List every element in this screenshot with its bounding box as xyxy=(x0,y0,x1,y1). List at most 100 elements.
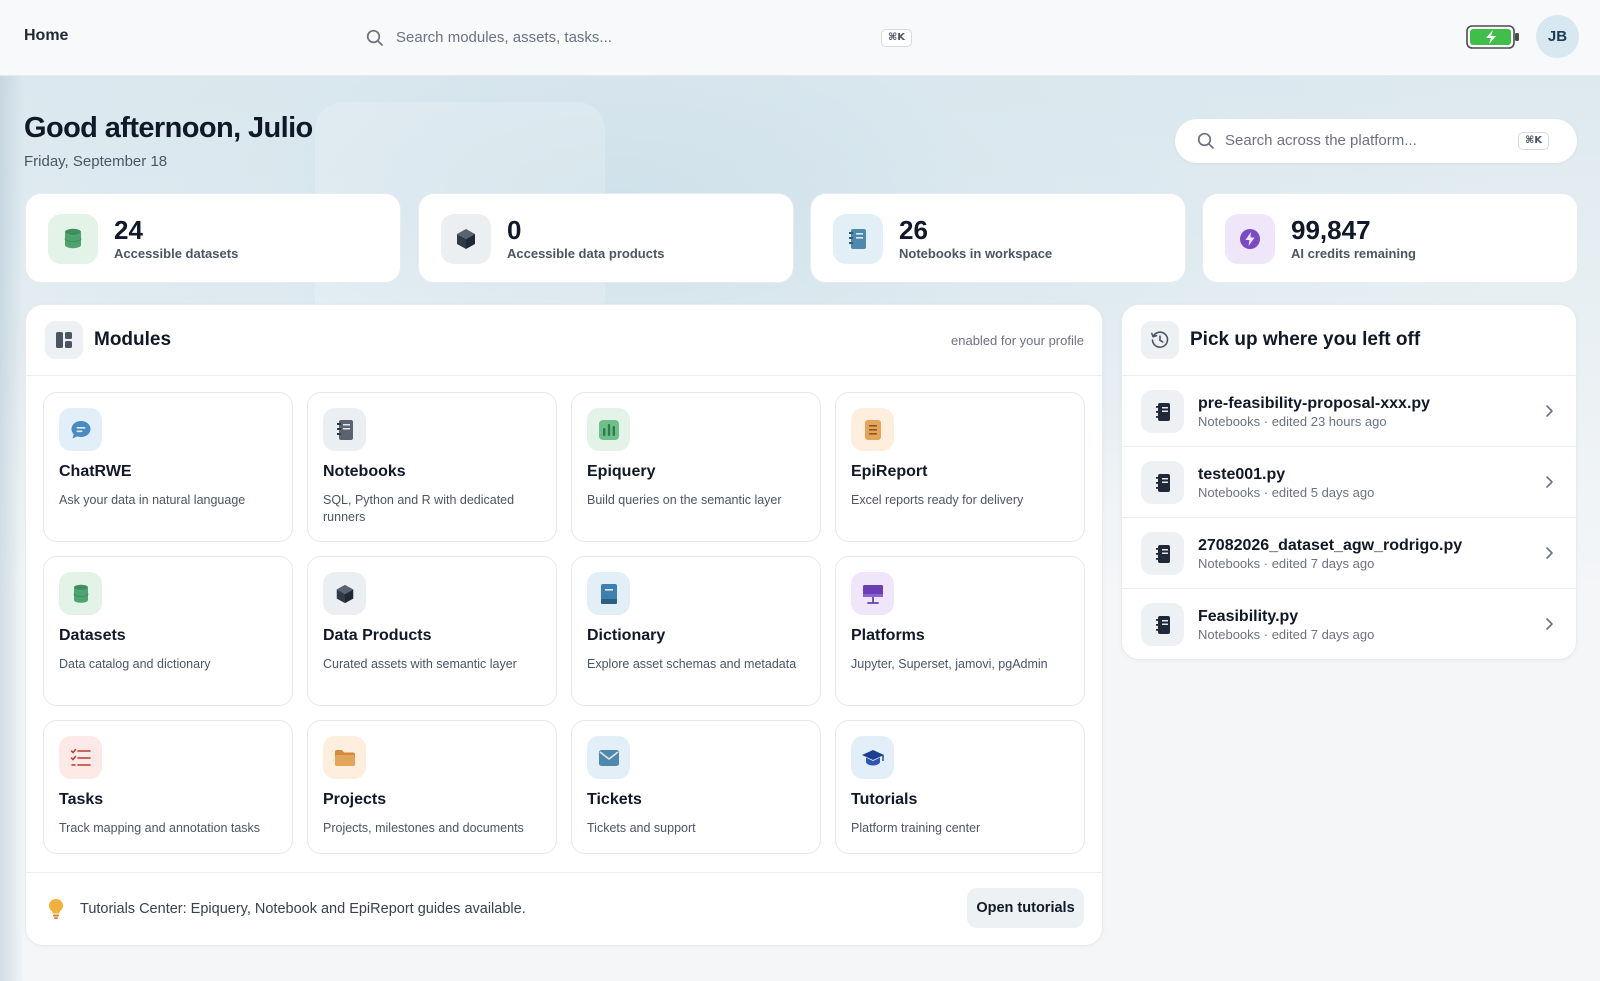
module-name: Tickets xyxy=(587,791,642,808)
module-name: Platforms xyxy=(851,627,925,644)
search-icon xyxy=(1197,132,1214,149)
modules-subtitle: enabled for your profile xyxy=(951,333,1084,348)
module-card-data-products[interactable]: Data Products Curated assets with semant… xyxy=(307,556,557,706)
recent-file-name: 27082026_dataset_agw_rodrigo.py xyxy=(1198,537,1463,554)
module-card-notebooks[interactable]: Notebooks SQL, Python and R with dedicat… xyxy=(307,392,557,542)
greeting: Good afternoon, Julio Friday, September … xyxy=(24,112,313,170)
module-card-tickets[interactable]: Tickets Tickets and support xyxy=(571,720,821,854)
module-card-projects[interactable]: Projects Projects, milestones and docume… xyxy=(307,720,557,854)
presentation-icon xyxy=(851,572,894,615)
recent-item[interactable]: 27082026_dataset_agw_rodrigo.py Notebook… xyxy=(1122,518,1576,589)
recent-file-meta: Notebooks · edited 7 days ago xyxy=(1198,556,1375,571)
stat-card-ai-credits[interactable]: 99,847 AI credits remaining xyxy=(1202,193,1578,283)
recent-item[interactable]: pre-feasibility-proposal-xxx.py Notebook… xyxy=(1122,376,1576,447)
module-name: Datasets xyxy=(59,627,126,644)
recent-file-name: pre-feasibility-proposal-xxx.py xyxy=(1198,395,1431,412)
open-tutorials-button[interactable]: Open tutorials xyxy=(967,888,1084,928)
stat-label: AI credits remaining xyxy=(1291,246,1416,261)
module-description: SQL, Python and R with dedicated runners xyxy=(323,493,515,524)
stat-value: 26 xyxy=(899,215,928,245)
top-bar: Home Search modules, assets, tasks... ⌘K… xyxy=(0,0,1600,76)
platform-search-shortcut: ⌘K xyxy=(1518,132,1550,150)
chat-icon xyxy=(59,408,102,451)
global-search[interactable]: Search modules, assets, tasks... ⌘K xyxy=(360,22,920,54)
module-description: Projects, milestones and documents xyxy=(323,821,524,835)
module-name: Projects xyxy=(323,791,387,808)
modules-header: Modules enabled for your profile xyxy=(26,305,1102,376)
module-name: Notebooks xyxy=(323,463,406,480)
chevron-right-icon xyxy=(1546,618,1553,630)
platform-search[interactable]: Search across the platform... ⌘K xyxy=(1175,119,1577,163)
module-name: Data Products xyxy=(323,627,432,644)
module-name: ChatRWE xyxy=(59,463,132,480)
report-icon xyxy=(851,408,894,451)
module-card-tutorials[interactable]: Tutorials Platform training center xyxy=(835,720,1085,854)
module-name: Tasks xyxy=(59,791,104,808)
stat-label: Accessible datasets xyxy=(114,246,239,261)
module-description: Tickets and support xyxy=(587,821,696,835)
background-strip xyxy=(0,76,24,981)
chevron-right-icon xyxy=(1546,547,1553,559)
cube-icon xyxy=(441,214,491,264)
recent-file-meta: Notebooks · edited 7 days ago xyxy=(1198,627,1375,642)
stat-card-notebooks[interactable]: 26 Notebooks in workspace xyxy=(810,193,1186,283)
module-description: Jupyter, Superset, jamovi, pgAdmin xyxy=(851,657,1048,671)
chevron-right-icon xyxy=(1546,405,1553,417)
bar-chart-icon xyxy=(587,408,630,451)
module-description: Curated assets with semantic layer xyxy=(323,657,517,671)
tutorials-banner-text: Tutorials Center: Epiquery, Notebook and… xyxy=(80,901,526,917)
module-name: EpiReport xyxy=(851,463,928,480)
module-card-datasets[interactable]: Datasets Data catalog and dictionary xyxy=(43,556,293,706)
module-description: Track mapping and annotation tasks xyxy=(59,821,261,835)
notebook-icon xyxy=(1141,461,1184,504)
stat-value: 0 xyxy=(507,215,522,245)
modules-panel: Modules enabled for your profile ChatRWE… xyxy=(25,304,1103,946)
module-description: Platform training center xyxy=(851,821,981,835)
chevron-right-icon xyxy=(1546,476,1553,488)
recent-file-meta: Notebooks · edited 5 days ago xyxy=(1198,485,1375,500)
stat-label: Notebooks in workspace xyxy=(899,246,1053,261)
checklist-icon xyxy=(59,736,102,779)
module-name: Dictionary xyxy=(587,627,666,644)
notebook-icon xyxy=(1141,532,1184,575)
stat-label: Accessible data products xyxy=(507,246,665,261)
search-shortcut: ⌘K xyxy=(881,29,913,47)
stat-card-data-products[interactable]: 0 Accessible data products xyxy=(418,193,794,283)
envelope-icon xyxy=(587,736,630,779)
module-description: Build queries on the semantic layer xyxy=(587,493,782,507)
module-card-tasks[interactable]: Tasks Track mapping and annotation tasks xyxy=(43,720,293,854)
recent-file-name: Feasibility.py xyxy=(1198,608,1299,625)
module-card-epireport[interactable]: EpiReport Excel reports ready for delive… xyxy=(835,392,1085,542)
graduation-cap-icon xyxy=(851,736,894,779)
avatar[interactable]: JB xyxy=(1536,15,1579,58)
module-card-dictionary[interactable]: Dictionary Explore asset schemas and met… xyxy=(571,556,821,706)
stat-card-datasets[interactable]: 24 Accessible datasets xyxy=(25,193,401,283)
page-title: Good afternoon, Julio xyxy=(24,112,313,144)
lightning-icon xyxy=(1225,214,1275,264)
book-icon xyxy=(587,572,630,615)
modules-icon xyxy=(45,321,83,359)
notebook-icon xyxy=(323,408,366,451)
folder-icon xyxy=(323,736,366,779)
recent-file-meta: Notebooks · edited 23 hours ago xyxy=(1198,414,1387,429)
module-card-platforms[interactable]: Platforms Jupyter, Superset, jamovi, pgA… xyxy=(835,556,1085,706)
module-card-chatrwe[interactable]: ChatRWE Ask your data in natural languag… xyxy=(43,392,293,542)
lightbulb-icon xyxy=(49,899,63,920)
home-link[interactable]: Home xyxy=(24,27,68,45)
recent-file-name: teste001.py xyxy=(1198,466,1286,483)
notebook-icon xyxy=(1141,390,1184,433)
recent-title: Pick up where you left off xyxy=(1190,329,1421,350)
module-card-epiquery[interactable]: Epiquery Build queries on the semantic l… xyxy=(571,392,821,542)
recent-panel: Pick up where you left off pre-feasibili… xyxy=(1121,304,1577,660)
module-description: Data catalog and dictionary xyxy=(59,657,211,671)
modules-title: Modules xyxy=(94,329,172,350)
history-icon xyxy=(1141,321,1179,359)
search-icon xyxy=(366,29,383,46)
recent-item[interactable]: teste001.py Notebooks · edited 5 days ag… xyxy=(1122,447,1576,518)
recent-header: Pick up where you left off xyxy=(1122,305,1576,376)
cube-icon xyxy=(323,572,366,615)
recent-item[interactable]: Feasibility.py Notebooks · edited 7 days… xyxy=(1122,589,1576,660)
search-placeholder: Search modules, assets, tasks... xyxy=(396,29,612,46)
module-name: Tutorials xyxy=(851,791,918,808)
notebook-icon xyxy=(833,214,883,264)
